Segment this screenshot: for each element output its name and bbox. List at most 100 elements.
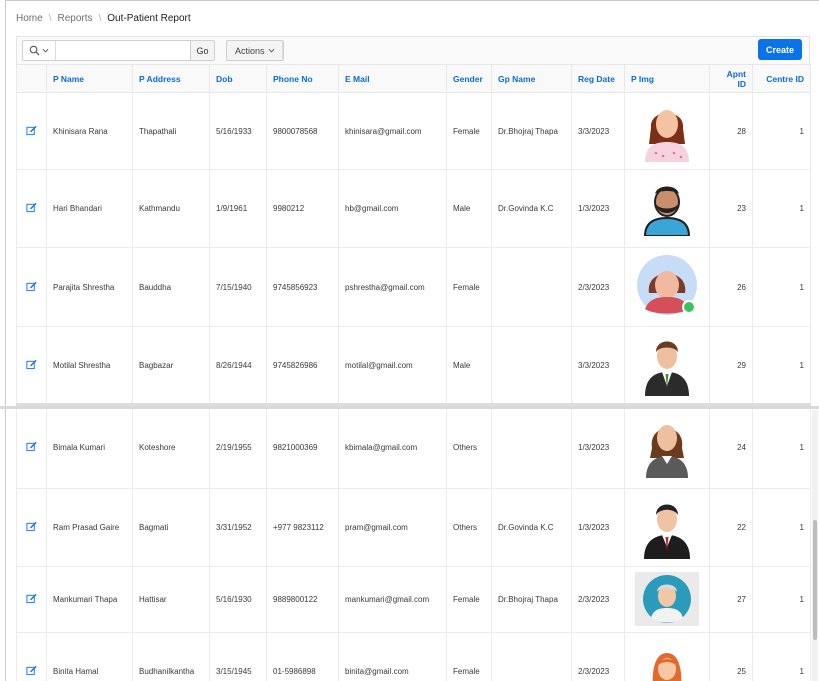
cell-apnt-id: 25 bbox=[709, 632, 753, 681]
cell-email: pshrestha@gmail.com bbox=[338, 247, 447, 327]
column-header-p-name[interactable]: P Name bbox=[46, 64, 133, 93]
edit-icon[interactable] bbox=[26, 125, 37, 136]
cell-gender: Others bbox=[446, 404, 492, 489]
cell-gender: Female bbox=[446, 247, 492, 327]
cell-patient-name: Parajita Shrestha bbox=[46, 247, 133, 327]
cell-email: kbimala@gmail.com bbox=[338, 404, 447, 489]
cell-patient-address: Bagmati bbox=[132, 488, 210, 567]
edit-icon[interactable] bbox=[26, 281, 37, 292]
redhead-female-avatar bbox=[649, 651, 685, 681]
cell-patient-image bbox=[624, 169, 710, 248]
cell-patient-image bbox=[624, 247, 710, 327]
table-row: Khinisara Rana Thapathali 5/16/1933 9800078… bbox=[16, 92, 811, 170]
table-row: Mankumari Thapa Hattisar 5/16/1930 98898001… bbox=[16, 566, 811, 633]
edit-icon[interactable] bbox=[26, 593, 37, 604]
female-online-avatar bbox=[635, 253, 699, 321]
breadcrumb-separator: \ bbox=[48, 13, 52, 24]
cell-gp-name: Dr.Bhojraj Thapa bbox=[491, 92, 572, 170]
edit-icon[interactable] bbox=[26, 359, 37, 370]
cell-gp-name: Dr.Bhojraj Thapa bbox=[491, 566, 572, 633]
column-header-apnt-id[interactable]: Apnt ID bbox=[709, 64, 753, 93]
cell-reg-date: 1/3/2023 bbox=[571, 169, 625, 248]
cell-gp-name bbox=[491, 632, 572, 681]
cell-reg-date: 1/3/2023 bbox=[571, 404, 625, 489]
cell-patient-address: Hattisar bbox=[132, 566, 210, 633]
column-header-reg-date[interactable]: Reg Date bbox=[571, 64, 625, 93]
cell-patient-name: Bimala Kumari bbox=[46, 404, 133, 489]
cell-apnt-id: 24 bbox=[709, 404, 753, 489]
column-header-email[interactable]: E Mail bbox=[338, 64, 447, 93]
cell-dob: 5/16/1930 bbox=[209, 566, 267, 633]
column-header-centre-id[interactable]: Centre ID bbox=[752, 64, 811, 93]
edit-cell bbox=[16, 632, 47, 681]
search-column-button[interactable] bbox=[23, 41, 56, 60]
column-header-p-img[interactable]: P Img bbox=[624, 64, 710, 93]
cell-phone-no: 9800078568 bbox=[266, 92, 339, 170]
cell-phone-no: +977 9823112 bbox=[266, 488, 339, 567]
cell-apnt-id: 29 bbox=[709, 326, 753, 406]
column-header-gp-name[interactable]: Gp Name bbox=[491, 64, 572, 93]
elderly-avatar bbox=[635, 571, 699, 628]
female-patient-avatar bbox=[641, 98, 693, 164]
cell-email: binita@gmail.com bbox=[338, 632, 447, 681]
cell-centre-id: 1 bbox=[752, 326, 811, 406]
page-title: Out-Patient Report bbox=[107, 13, 191, 24]
cell-centre-id: 1 bbox=[752, 404, 811, 489]
cell-patient-name: Khinisara Rana bbox=[46, 92, 133, 170]
cell-phone-no: 9821000369 bbox=[266, 404, 339, 489]
create-button[interactable]: Create bbox=[757, 39, 802, 60]
cell-gp-name bbox=[491, 326, 572, 406]
scrollbar-thumb[interactable] bbox=[813, 520, 817, 640]
cell-patient-image bbox=[624, 488, 710, 567]
cell-gender: Female bbox=[446, 92, 492, 170]
cell-patient-image bbox=[624, 326, 710, 406]
cell-patient-address: Budhanilkantha bbox=[132, 632, 210, 681]
column-header-gender[interactable]: Gender bbox=[446, 64, 492, 93]
cell-apnt-id: 26 bbox=[709, 247, 753, 327]
cell-gender: Others bbox=[446, 488, 492, 567]
breadcrumb-home[interactable]: Home bbox=[16, 13, 43, 24]
cell-phone-no: 9745856923 bbox=[266, 247, 339, 327]
breadcrumb-reports[interactable]: Reports bbox=[57, 13, 92, 24]
edit-cell bbox=[16, 92, 47, 170]
column-header-p-address[interactable]: P Address bbox=[132, 64, 210, 93]
businesswoman-avatar bbox=[642, 414, 692, 480]
search-input[interactable] bbox=[56, 41, 190, 60]
edit-icon[interactable] bbox=[26, 441, 37, 452]
edit-icon[interactable] bbox=[26, 665, 37, 676]
column-header-dob[interactable]: Dob bbox=[209, 64, 267, 93]
cell-patient-address: Bagbazar bbox=[132, 326, 210, 406]
cell-gp-name: Dr.Govinda K.C bbox=[491, 169, 572, 248]
edit-cell bbox=[16, 488, 47, 567]
cell-patient-image bbox=[624, 566, 710, 633]
edit-icon[interactable] bbox=[26, 202, 37, 213]
cell-gp-name: Dr.Govinda K.C bbox=[491, 488, 572, 567]
breadcrumb: Home \ Reports \ Out-Patient Report bbox=[16, 13, 191, 24]
column-header-phone-no[interactable]: Phone No bbox=[266, 64, 339, 93]
cell-gp-name bbox=[491, 247, 572, 327]
toolbar-divider bbox=[282, 40, 283, 61]
cell-gp-name bbox=[491, 404, 572, 489]
table-header-row: P Name P Address Dob Phone No E Mail Gen… bbox=[16, 64, 811, 93]
cell-phone-no: 9745826986 bbox=[266, 326, 339, 406]
suited-man-avatar bbox=[641, 495, 693, 561]
cell-dob: 3/31/1952 bbox=[209, 488, 267, 567]
cell-patient-name: Mankumari Thapa bbox=[46, 566, 133, 633]
actions-menu-button[interactable]: Actions bbox=[226, 40, 284, 61]
cell-dob: 8/26/1944 bbox=[209, 326, 267, 406]
cell-apnt-id: 27 bbox=[709, 566, 753, 633]
cell-gender: Female bbox=[446, 632, 492, 681]
breadcrumb-separator: \ bbox=[98, 13, 102, 24]
go-button[interactable]: Go bbox=[190, 41, 214, 60]
edit-icon[interactable] bbox=[26, 521, 37, 532]
report-table: P Name P Address Dob Phone No E Mail Gen… bbox=[16, 64, 811, 681]
cell-email: pram@gmail.com bbox=[338, 488, 447, 567]
cell-patient-name: Motilal Shrestha bbox=[46, 326, 133, 406]
report-toolbar: Go Actions Create bbox=[16, 36, 810, 64]
cell-reg-date: 1/3/2023 bbox=[571, 488, 625, 567]
cell-gender: Male bbox=[446, 326, 492, 406]
table-row: Bimala Kumari Koteshore 2/19/1955 982100036… bbox=[16, 404, 811, 489]
cell-patient-image bbox=[624, 632, 710, 681]
cell-centre-id: 1 bbox=[752, 92, 811, 170]
cell-gender: Female bbox=[446, 566, 492, 633]
